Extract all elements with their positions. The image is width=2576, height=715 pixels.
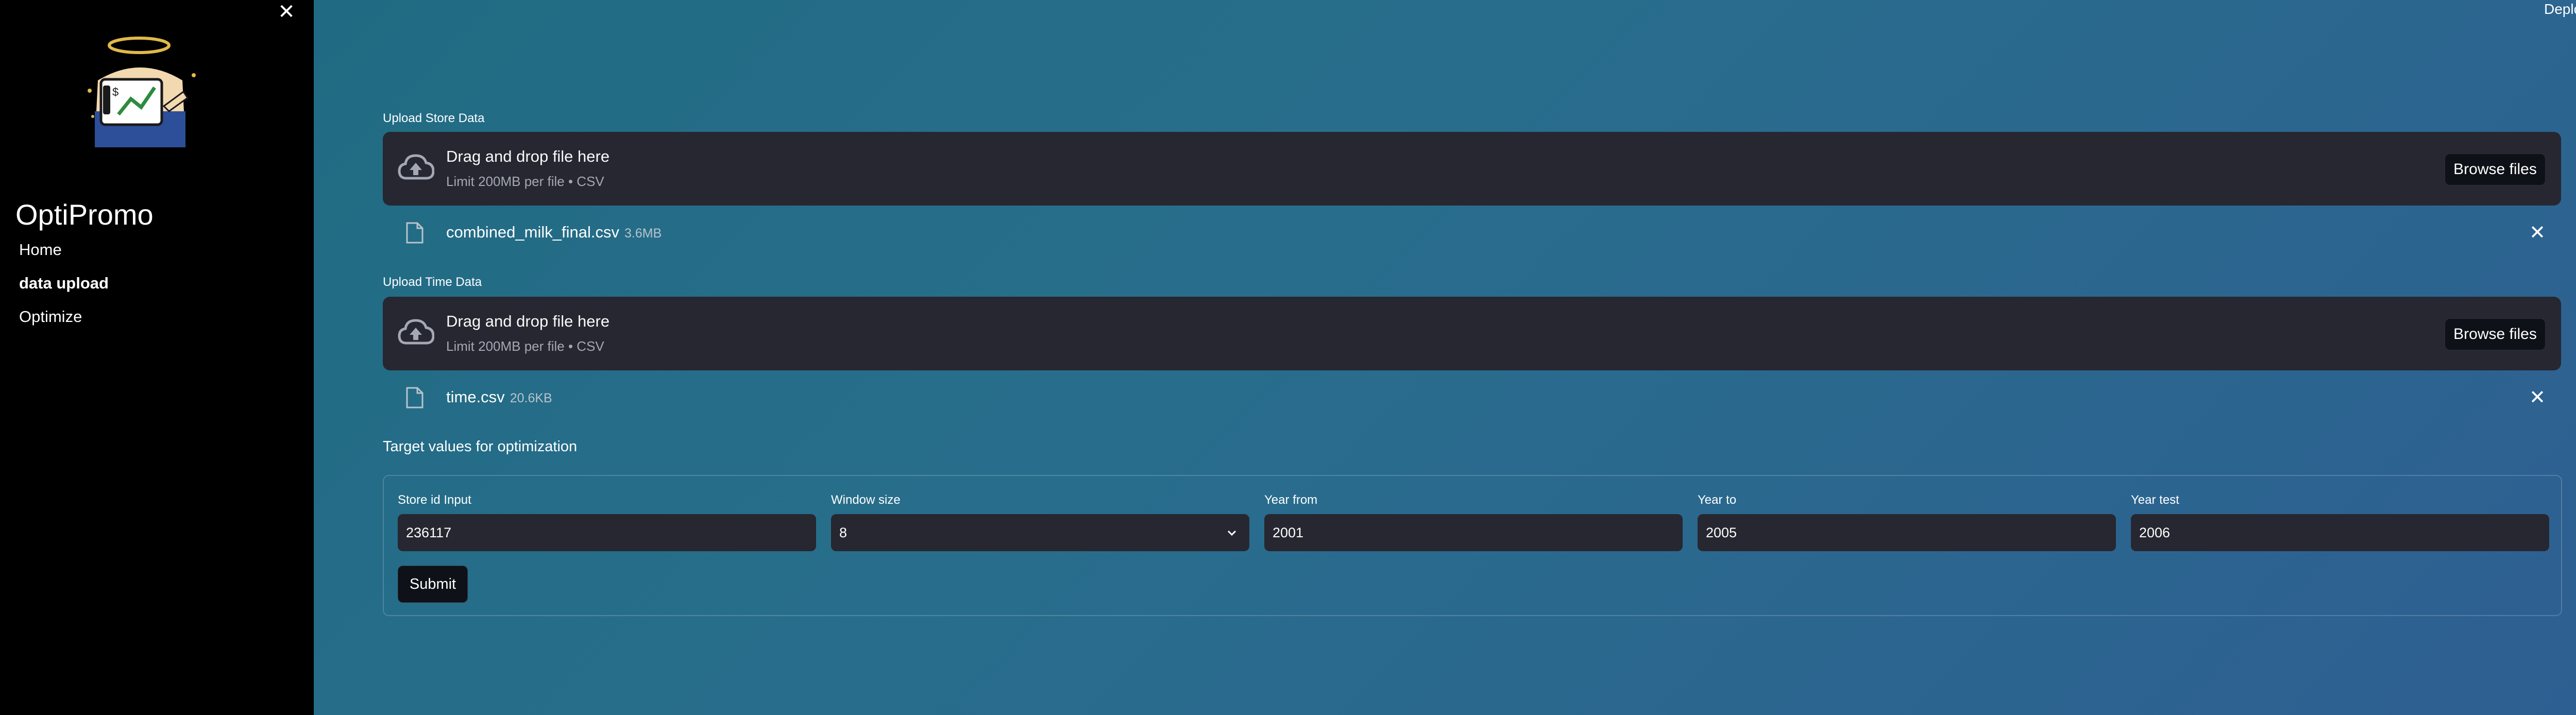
window-size-value: 8: [839, 525, 848, 540]
year-from-label: Year from: [1264, 493, 1318, 507]
cloud-upload-icon: [398, 154, 434, 180]
year-test-label: Year test: [2131, 493, 2179, 507]
file-size: 3.6MB: [624, 226, 662, 241]
cloud-upload-icon: [398, 319, 434, 345]
dropzone-title: Drag and drop file here: [446, 147, 610, 165]
year-to-label: Year to: [1698, 493, 1737, 507]
deploy-button[interactable]: Deploy: [2544, 1, 2576, 18]
time-data-dropzone[interactable]: Drag and drop file here Limit 200MB per …: [383, 297, 2561, 370]
dropzone-limit: Limit 200MB per file • CSV: [446, 338, 604, 354]
uploaded-file-row: combined_milk_final.csv 3.6MB ✕: [383, 217, 2561, 248]
store-data-dropzone[interactable]: Drag and drop file here Limit 200MB per …: [383, 132, 2561, 206]
form-section-title: Target values for optimization: [383, 438, 578, 455]
sidebar-item-optimize[interactable]: Optimize: [19, 308, 82, 326]
upload-store-label: Upload Store Data: [383, 111, 485, 125]
window-size-label: Window size: [831, 493, 901, 507]
logo-image: $: [88, 37, 196, 147]
remove-file-icon[interactable]: ✕: [2527, 387, 2548, 408]
store-id-label: Store id Input: [398, 493, 471, 507]
window-size-select[interactable]: 8: [831, 514, 1249, 551]
close-sidebar-icon[interactable]: ✕: [276, 1, 297, 23]
file-name: time.csv 20.6KB: [446, 388, 552, 406]
sidebar-item-home[interactable]: Home: [19, 241, 62, 259]
store-id-input[interactable]: 236117: [398, 514, 816, 551]
app-title: OptiPromo: [15, 198, 154, 231]
uploaded-file-row: time.csv 20.6KB ✕: [383, 382, 2561, 413]
year-from-input[interactable]: 2001: [1264, 514, 1683, 551]
upload-time-label: Upload Time Data: [383, 275, 482, 289]
browse-files-button[interactable]: Browse files: [2445, 318, 2546, 350]
file-name-text: combined_milk_final.csv: [446, 223, 619, 241]
browse-files-button[interactable]: Browse files: [2445, 154, 2546, 185]
svg-text:$: $: [112, 86, 118, 98]
submit-button[interactable]: Submit: [398, 566, 468, 603]
dropzone-title: Drag and drop file here: [446, 312, 610, 330]
optimization-form: Store id Input 236117 Window size 8 Year…: [383, 475, 2562, 616]
file-icon: [406, 387, 423, 408]
chevron-down-icon: [1227, 530, 1236, 536]
sidebar-item-data-upload[interactable]: data upload: [19, 274, 109, 293]
year-test-input[interactable]: 2006: [2131, 514, 2549, 551]
sidebar: ✕ $ OptiPromo Home data upload Optimize: [0, 0, 314, 715]
file-size: 20.6KB: [510, 391, 552, 405]
file-name-text: time.csv: [446, 388, 505, 406]
remove-file-icon[interactable]: ✕: [2527, 223, 2548, 243]
dropzone-limit: Limit 200MB per file • CSV: [446, 174, 604, 189]
file-name: combined_milk_final.csv 3.6MB: [446, 223, 662, 242]
year-to-input[interactable]: 2005: [1698, 514, 2116, 551]
file-icon: [406, 222, 423, 244]
